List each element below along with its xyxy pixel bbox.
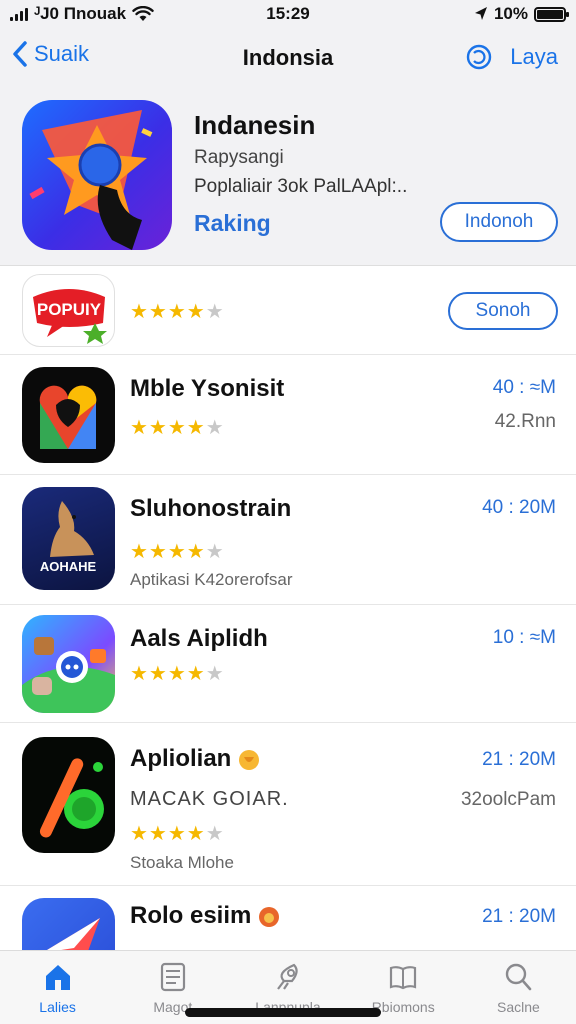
app-icon	[22, 615, 115, 713]
list-item[interactable]: Apliolian MACAK GOIAR. ★★★★★ Stoaka Mloh…	[0, 723, 576, 886]
tab-home[interactable]: Lalies	[0, 951, 115, 1024]
app-icon	[22, 367, 115, 463]
app-logo-text: POPUIY	[37, 300, 102, 319]
star-rating: ★★★★★	[130, 417, 225, 439]
tab-label: Rbiomons	[371, 999, 435, 1015]
get-button[interactable]: Sonoh	[448, 292, 558, 330]
apps-icon	[160, 962, 185, 992]
home-icon	[45, 965, 70, 990]
app-name: Aals Aiplidh	[130, 625, 268, 652]
tab-label: Lalies	[39, 999, 76, 1015]
battery-percent: 10%	[493, 4, 528, 23]
featured-description: Poplaliair 3ok PalLAApl:..	[194, 176, 408, 197]
app-size: 21 : 20M	[482, 906, 556, 927]
app-developer: MACAK GOIAR.	[130, 788, 289, 810]
rocket-icon	[277, 963, 298, 990]
list-item[interactable]: Mble Ysonisit ★★★★★ 40 : ≈M 42.Rnn	[0, 355, 576, 475]
app-meta: Aptikasi K42orerofsar	[130, 570, 293, 589]
featured-subtitle: Rapysangi	[194, 147, 284, 168]
app-count: 32oolcPam	[460, 789, 556, 810]
star-rating: ★★★★★	[130, 541, 225, 563]
book-icon	[390, 966, 417, 990]
location-icon	[474, 7, 487, 20]
app-name-text: Apliolian	[130, 745, 232, 772]
app-meta: Stoaka Mlohe	[130, 853, 234, 872]
app-name-text: Rolo esiim	[130, 902, 252, 929]
list-item[interactable]: AOHAHE Sluhonostrain ★★★★★ Aptikasi K42o…	[0, 475, 576, 605]
app-icon	[22, 898, 115, 950]
app-logo-text: AOHAHE	[40, 559, 97, 574]
emoji-icon	[259, 906, 280, 927]
featured-app-icon	[22, 100, 172, 250]
featured-category[interactable]: Raking	[194, 210, 271, 237]
app-name: Mble Ysonisit	[130, 375, 285, 402]
list-item[interactable]: Aals Aiplidh ★★★★★ 10 : ≈M	[0, 605, 576, 723]
featured-get-button[interactable]: Indonoh	[440, 202, 558, 242]
home-indicator	[185, 1008, 381, 1017]
nav-right-actions: Laya	[464, 42, 558, 72]
tab-label: Saclne	[497, 999, 540, 1015]
laya-link[interactable]: Laya	[510, 44, 558, 70]
search-icon	[506, 963, 532, 991]
list-item[interactable]: Rolo esiim 21 : 20M	[0, 886, 576, 950]
app-size: 40 : 20M	[482, 497, 556, 518]
app-size: 21 : 20M	[482, 749, 556, 770]
app-name: Sluhonostrain	[130, 495, 292, 522]
tab-search[interactable]: Saclne	[461, 951, 576, 1024]
featured-title: Indanesin	[194, 110, 316, 140]
star-rating: ★★★★★	[130, 823, 225, 845]
app-name: Rolo esiim	[130, 902, 280, 930]
list-item[interactable]: POPUIY ★★★★★ Sonoh	[0, 266, 576, 355]
star-rating: ★★★★★	[130, 663, 225, 685]
app-icon: AOHAHE	[22, 487, 115, 590]
star-rating: ★★★★★	[130, 301, 225, 323]
app-size: 40 : ≈M	[492, 377, 556, 398]
app-name: Apliolian	[130, 745, 260, 773]
app-icon: POPUIY	[22, 274, 115, 347]
refresh-icon[interactable]	[464, 42, 494, 72]
app-count: 42.Rnn	[494, 411, 556, 432]
status-bar: ᴶJ0 Πnouak 15:29 10%	[0, 0, 576, 28]
emoji-icon	[239, 749, 260, 770]
featured-app[interactable]: Indanesin Rapysangi Poplaliair 3ok PalLA…	[0, 90, 576, 266]
nav-bar: Suaik Indonsia Laya	[0, 28, 576, 90]
battery-icon	[534, 6, 569, 22]
status-right: 10%	[474, 4, 569, 24]
app-size: 10 : ≈M	[492, 627, 556, 648]
app-icon	[22, 737, 115, 853]
